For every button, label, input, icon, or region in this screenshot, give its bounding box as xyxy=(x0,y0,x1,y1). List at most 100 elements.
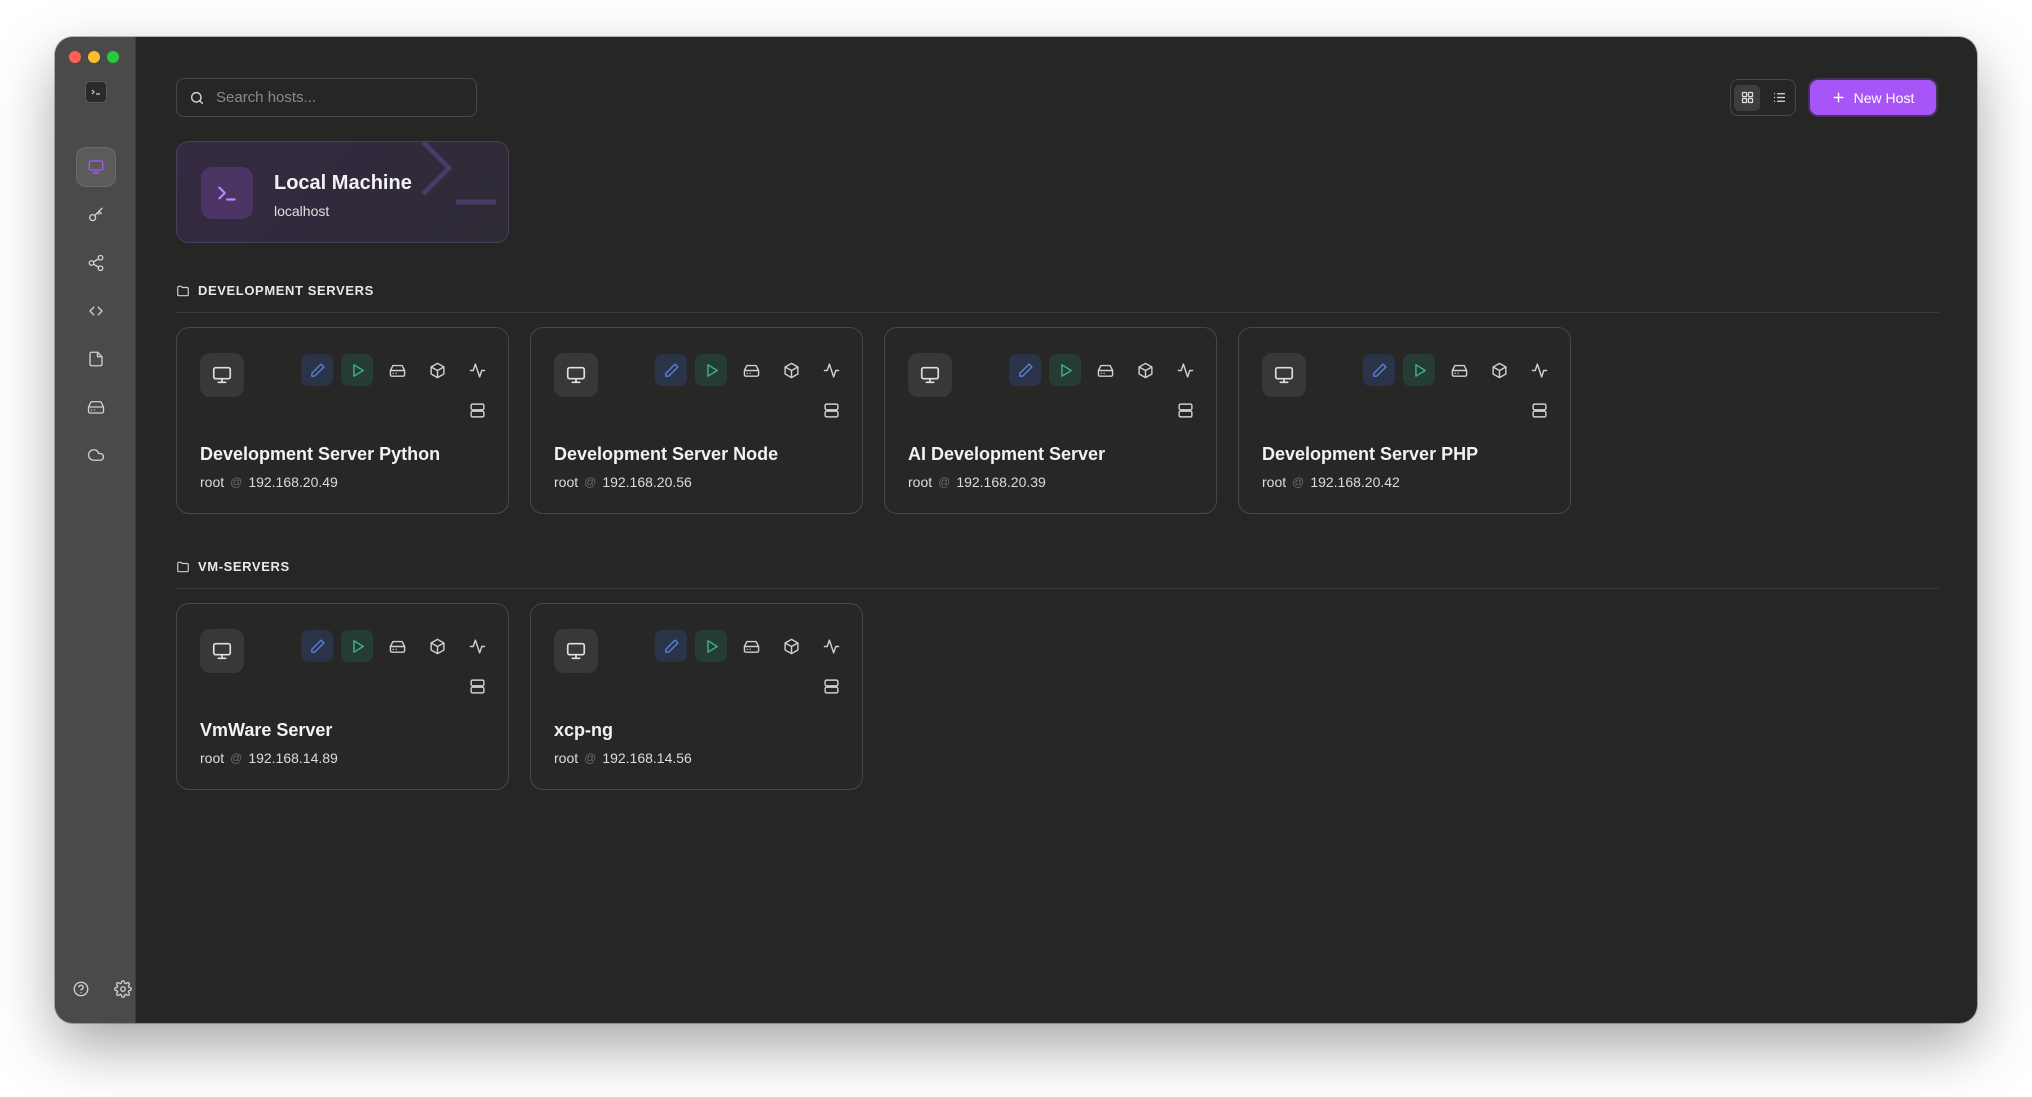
server-button[interactable] xyxy=(461,394,493,426)
storage-button[interactable] xyxy=(1089,354,1121,386)
server-button[interactable] xyxy=(1169,394,1201,426)
host-name: AI Development Server xyxy=(908,444,1106,464)
host-card[interactable]: Development Server Python root @ 192.168… xyxy=(176,327,509,514)
list-view-button[interactable] xyxy=(1766,85,1792,111)
sidebar-item-files[interactable] xyxy=(76,339,116,379)
host-ip: 192.168.14.56 xyxy=(602,750,692,766)
sidebar-item-keys[interactable] xyxy=(76,195,116,235)
zoom-window-button[interactable] xyxy=(107,51,119,63)
group-name: VM-SERVERS xyxy=(198,559,290,574)
host-card[interactable]: xcp-ng root @ 192.168.14.56 xyxy=(530,603,863,790)
edit-host-button[interactable] xyxy=(1009,354,1041,386)
local-machine-card[interactable]: Local Machine localhost xyxy=(176,141,509,243)
box-icon xyxy=(429,638,445,654)
edit-host-button[interactable] xyxy=(1363,354,1395,386)
storage-button[interactable] xyxy=(735,630,767,662)
help-icon xyxy=(73,981,89,997)
monitoring-button[interactable] xyxy=(461,630,493,662)
monitoring-button[interactable] xyxy=(815,354,847,386)
connect-host-button[interactable] xyxy=(695,630,727,662)
folder-icon xyxy=(177,285,189,297)
help-button[interactable] xyxy=(65,973,97,1005)
monitoring-button[interactable] xyxy=(1169,354,1201,386)
host-card[interactable]: AI Development Server root @ 192.168.20.… xyxy=(884,327,1217,514)
sidebar-footer xyxy=(65,973,139,1005)
main-content: New Host Local Machine localhost DEVELOP… xyxy=(136,37,1977,1023)
storage-button[interactable] xyxy=(381,354,413,386)
cloud-icon xyxy=(87,449,105,461)
monitoring-button[interactable] xyxy=(461,354,493,386)
new-host-button[interactable]: New Host xyxy=(1810,80,1936,115)
edit-host-button[interactable] xyxy=(301,630,333,662)
host-card[interactable]: Development Server Node root @ 192.168.2… xyxy=(530,327,863,514)
containers-button[interactable] xyxy=(421,630,453,662)
connect-host-button[interactable] xyxy=(695,354,727,386)
terminal-icon xyxy=(201,167,253,219)
activity-icon xyxy=(1177,362,1193,378)
at-separator: @ xyxy=(584,751,597,765)
pencil-icon xyxy=(664,362,679,377)
edit-host-button[interactable] xyxy=(655,630,687,662)
containers-button[interactable] xyxy=(1129,354,1161,386)
at-separator: @ xyxy=(230,751,243,765)
host-actions xyxy=(1355,354,1555,426)
grid-view-button[interactable] xyxy=(1734,84,1760,111)
group-header-vm-servers[interactable]: VM-SERVERS xyxy=(176,559,1939,589)
server-button[interactable] xyxy=(815,394,847,426)
settings-button[interactable] xyxy=(107,973,139,1005)
search-input[interactable] xyxy=(214,88,454,107)
close-window-button[interactable] xyxy=(69,51,81,63)
monitoring-button[interactable] xyxy=(1523,354,1555,386)
storage-button[interactable] xyxy=(735,354,767,386)
host-actions xyxy=(1001,354,1201,426)
pencil-icon xyxy=(310,638,325,653)
containers-button[interactable] xyxy=(775,630,807,662)
sidebar-item-cloud[interactable] xyxy=(76,435,116,475)
server-button[interactable] xyxy=(1523,394,1555,426)
server-icon xyxy=(469,678,485,694)
sidebar-item-hosts[interactable] xyxy=(76,147,116,187)
host-ip: 192.168.20.49 xyxy=(248,474,338,490)
play-icon xyxy=(706,363,718,377)
connect-host-button[interactable] xyxy=(1403,354,1435,386)
connect-host-button[interactable] xyxy=(341,354,373,386)
hard-drive-icon xyxy=(1451,364,1467,377)
folder-icon xyxy=(177,561,189,573)
sidebar-item-snippets[interactable] xyxy=(76,291,116,331)
minimize-window-button[interactable] xyxy=(88,51,100,63)
containers-button[interactable] xyxy=(421,354,453,386)
connect-host-button[interactable] xyxy=(341,630,373,662)
host-actions xyxy=(293,354,493,426)
sidebar-item-port-forwarding[interactable] xyxy=(76,243,116,283)
monitoring-button[interactable] xyxy=(815,630,847,662)
box-icon xyxy=(783,362,799,378)
play-icon xyxy=(352,363,364,377)
plus-icon xyxy=(1833,92,1844,103)
storage-button[interactable] xyxy=(1443,354,1475,386)
host-actions xyxy=(647,630,847,702)
edit-host-button[interactable] xyxy=(655,354,687,386)
containers-button[interactable] xyxy=(1483,354,1515,386)
connect-host-button[interactable] xyxy=(1049,354,1081,386)
containers-button[interactable] xyxy=(775,354,807,386)
share-icon xyxy=(88,254,104,272)
sidebar-nav xyxy=(76,147,116,475)
edit-host-button[interactable] xyxy=(301,354,333,386)
group-header-development[interactable]: DEVELOPMENT SERVERS xyxy=(176,283,1939,313)
host-user: root xyxy=(200,750,225,766)
activity-icon xyxy=(823,362,839,378)
server-button[interactable] xyxy=(815,670,847,702)
server-icon xyxy=(469,402,485,418)
play-icon xyxy=(706,639,718,653)
sidebar-item-storage[interactable] xyxy=(76,387,116,427)
group-name: DEVELOPMENT SERVERS xyxy=(198,283,374,298)
server-button[interactable] xyxy=(461,670,493,702)
host-card[interactable]: Development Server PHP root @ 192.168.20… xyxy=(1238,327,1571,514)
storage-button[interactable] xyxy=(381,630,413,662)
host-card[interactable]: VmWare Server root @ 192.168.14.89 xyxy=(176,603,509,790)
view-mode-toggle xyxy=(1730,79,1796,116)
host-name: VmWare Server xyxy=(200,720,333,740)
host-actions xyxy=(293,630,493,702)
host-ip: 192.168.14.89 xyxy=(248,750,338,766)
at-separator: @ xyxy=(230,475,243,489)
